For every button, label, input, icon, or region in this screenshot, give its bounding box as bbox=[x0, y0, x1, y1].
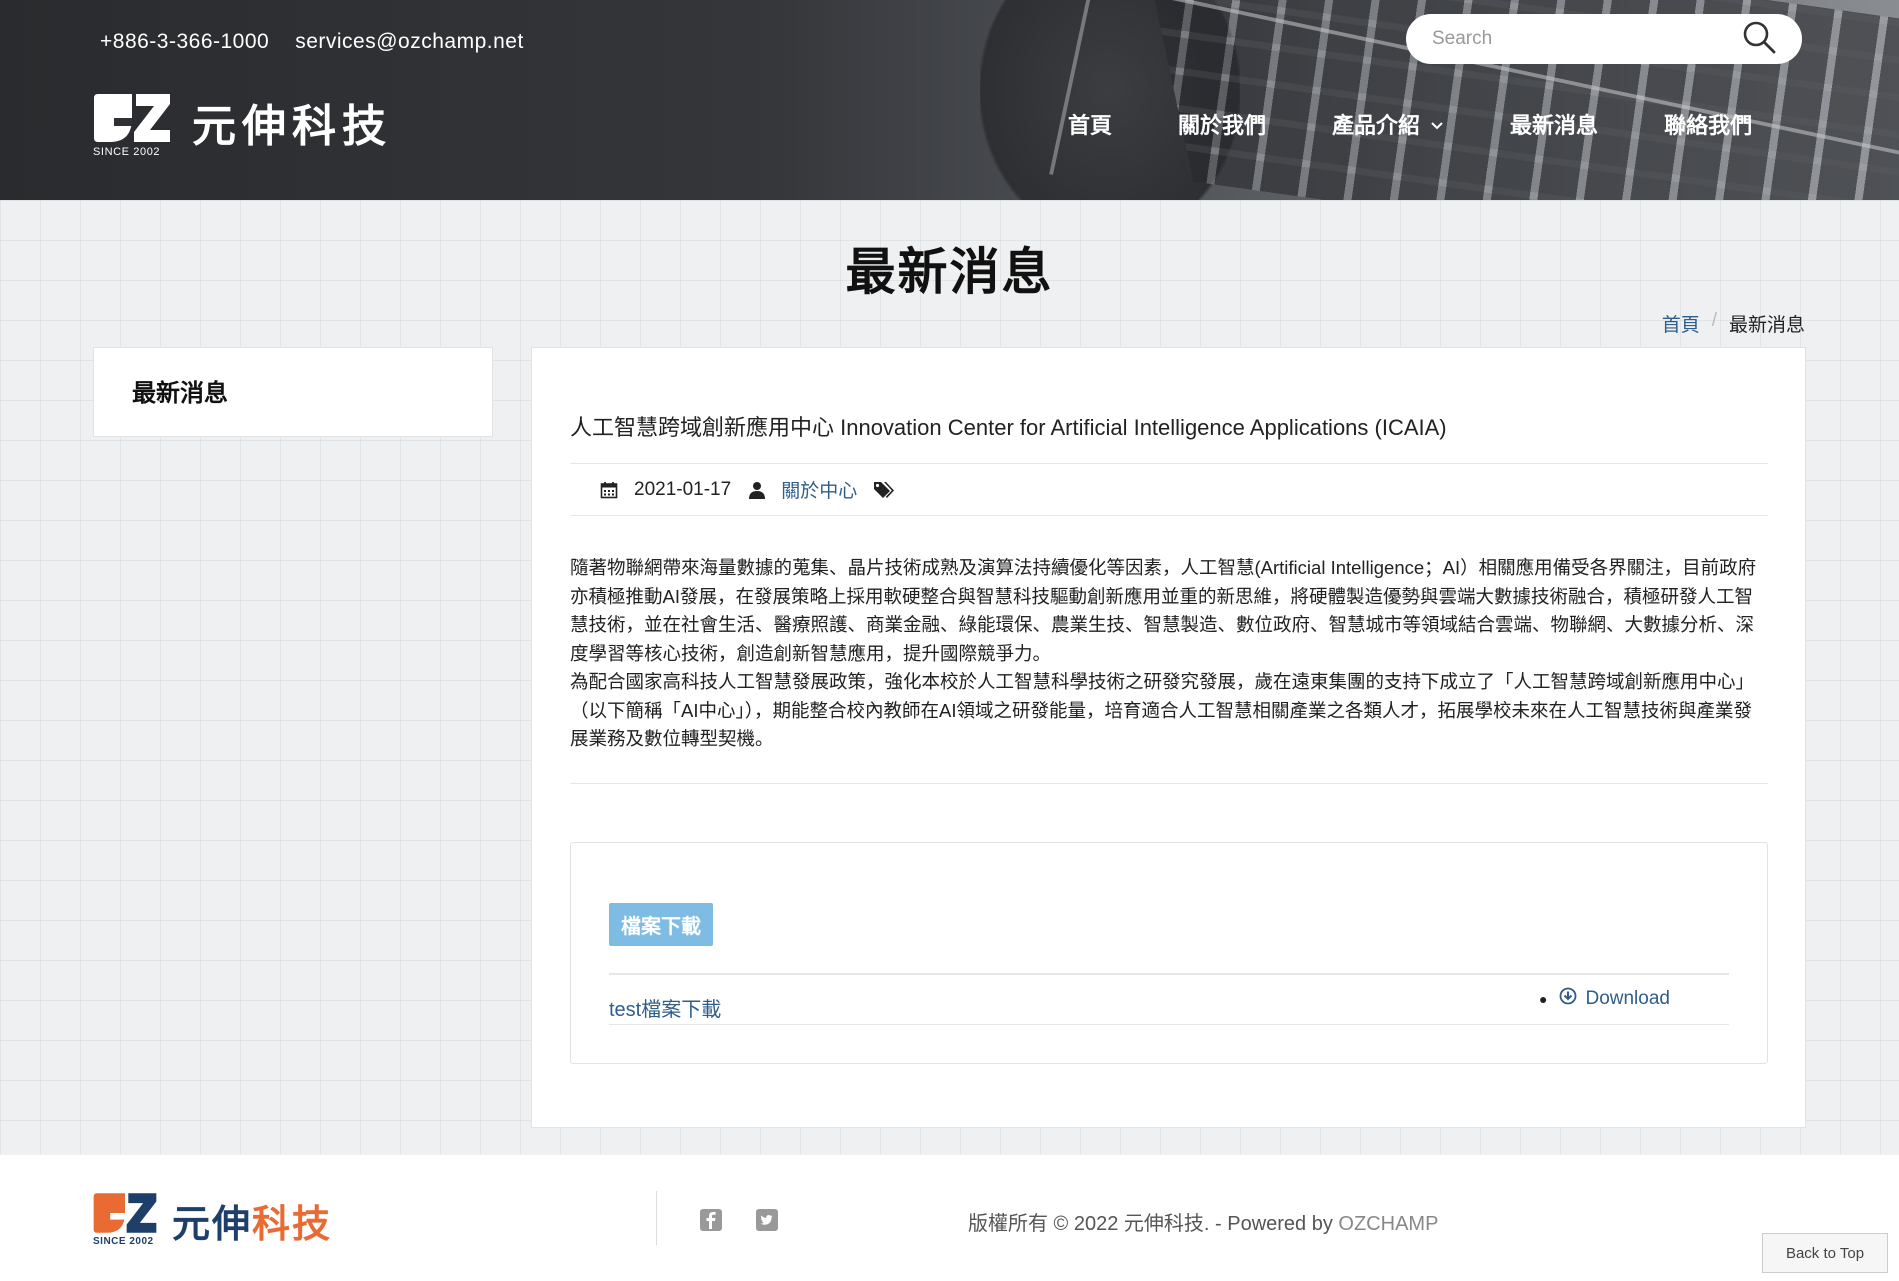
download-badge: 檔案下載 bbox=[609, 903, 713, 946]
site-header: +886-3-366-1000 services@ozchamp.net SIN… bbox=[0, 0, 1899, 200]
footer-logo-mark-icon: SINCE 2002 bbox=[92, 1191, 158, 1249]
article-date: 2021-01-17 bbox=[634, 478, 732, 500]
page-title: 最新消息 bbox=[845, 244, 1054, 300]
contact-phone[interactable]: +886-3-366-1000 bbox=[100, 30, 269, 54]
article-title: 人工智慧跨域創新應用中心 Innovation Center for Artif… bbox=[570, 415, 1447, 440]
user-icon bbox=[749, 481, 766, 499]
sidebar-category-box: 最新消息 bbox=[93, 347, 493, 437]
footer-logo-since: SINCE 2002 bbox=[93, 1236, 154, 1247]
bullet-icon: ● bbox=[1539, 991, 1548, 1007]
tags-icon bbox=[873, 481, 895, 499]
calendar-icon bbox=[600, 481, 618, 499]
nav-label: 聯絡我們 bbox=[1664, 113, 1753, 138]
footer-logo-text-b: 科技 bbox=[252, 1203, 333, 1246]
breadcrumb: 首頁 / 最新消息 bbox=[1662, 310, 1805, 337]
footer-logo[interactable]: SINCE 2002 元伸科技 bbox=[92, 1191, 332, 1249]
article-meta: 2021-01-17 關於中心 bbox=[600, 476, 911, 503]
social-links bbox=[700, 1209, 778, 1236]
powered-by-link[interactable]: OZCHAMP bbox=[1338, 1213, 1438, 1235]
footer-copyright: 版權所有 © 2022 元伸科技. - Powered by OZCHAMP bbox=[968, 1207, 1438, 1236]
search-icon[interactable] bbox=[1742, 20, 1776, 59]
nav-label: 產品介紹 bbox=[1332, 113, 1421, 138]
nav-item-products[interactable]: 產品介紹 bbox=[1332, 108, 1444, 140]
search-input[interactable] bbox=[1432, 28, 1742, 50]
download-file-name[interactable]: test檔案下載 bbox=[609, 993, 721, 1022]
article-paragraph: 為配合國家高科技人工智慧發展政策，強化本校於人工智慧科學技術之研發究發展，歲在遠… bbox=[570, 671, 1755, 749]
nav-item-about[interactable]: 關於我們 bbox=[1178, 108, 1266, 140]
divider bbox=[570, 515, 1768, 516]
site-footer: SINCE 2002 元伸科技 版權所有 © 2022 元伸科技. - Powe… bbox=[0, 1155, 1899, 1281]
nav-item-contact[interactable]: 聯絡我們 bbox=[1664, 108, 1752, 140]
contact-info: +886-3-366-1000 services@ozchamp.net bbox=[100, 30, 524, 54]
footer-divider bbox=[656, 1191, 657, 1245]
facebook-icon[interactable] bbox=[700, 1209, 722, 1236]
divider bbox=[570, 463, 1768, 464]
article-paragraph: 隨著物聯網帶來海量數據的蒐集、晶片技術成熟及演算法持續優化等因素，人工智慧(Ar… bbox=[570, 557, 1757, 664]
article-card: 人工智慧跨域創新應用中心 Innovation Center for Artif… bbox=[531, 347, 1806, 1128]
breadcrumb-separator: / bbox=[1711, 310, 1717, 331]
nav-item-home[interactable]: 首頁 bbox=[1068, 108, 1112, 140]
article-body: 隨著物聯網帶來海量數據的蒐集、晶片技術成熟及演算法持續優化等因素，人工智慧(Ar… bbox=[570, 554, 1770, 754]
nav-item-news[interactable]: 最新消息 bbox=[1510, 108, 1598, 140]
download-link[interactable]: ● Download bbox=[1539, 987, 1670, 1011]
logo-since: SINCE 2002 bbox=[93, 146, 161, 158]
site-logo[interactable]: SINCE 2002 元伸科技 bbox=[92, 92, 392, 160]
nav-label: 首頁 bbox=[1068, 113, 1113, 138]
logo-mark-icon: SINCE 2002 bbox=[92, 92, 172, 160]
footer-logo-text: 元伸科技 bbox=[172, 1193, 332, 1248]
copyright-text: 版權所有 © 2022 元伸科技. - Powered by bbox=[968, 1213, 1339, 1235]
search-box bbox=[1406, 14, 1802, 64]
download-link-label: Download bbox=[1585, 988, 1670, 1009]
footer-logo-text-a: 元伸 bbox=[172, 1203, 253, 1246]
breadcrumb-home[interactable]: 首頁 bbox=[1662, 310, 1700, 337]
divider bbox=[570, 783, 1768, 784]
download-section: 檔案下載 test檔案下載 ● Download bbox=[570, 842, 1768, 1064]
chevron-down-icon bbox=[1430, 111, 1444, 137]
nav-label: 關於我們 bbox=[1178, 113, 1267, 138]
sidebar-title[interactable]: 最新消息 bbox=[132, 373, 228, 408]
logo-text: 元伸科技 bbox=[192, 102, 392, 151]
contact-email[interactable]: services@ozchamp.net bbox=[295, 30, 524, 54]
twitter-icon[interactable] bbox=[756, 1209, 778, 1236]
breadcrumb-current: 最新消息 bbox=[1728, 315, 1805, 336]
main-nav: 首頁 關於我們 產品介紹 最新消息 聯絡我們 bbox=[1068, 108, 1752, 140]
download-row: test檔案下載 ● Download bbox=[609, 973, 1729, 1025]
article-author-link[interactable]: 關於中心 bbox=[781, 476, 857, 503]
nav-label: 最新消息 bbox=[1510, 113, 1599, 138]
download-circle-icon bbox=[1559, 987, 1577, 1011]
back-to-top-button[interactable]: Back to Top bbox=[1762, 1233, 1888, 1273]
